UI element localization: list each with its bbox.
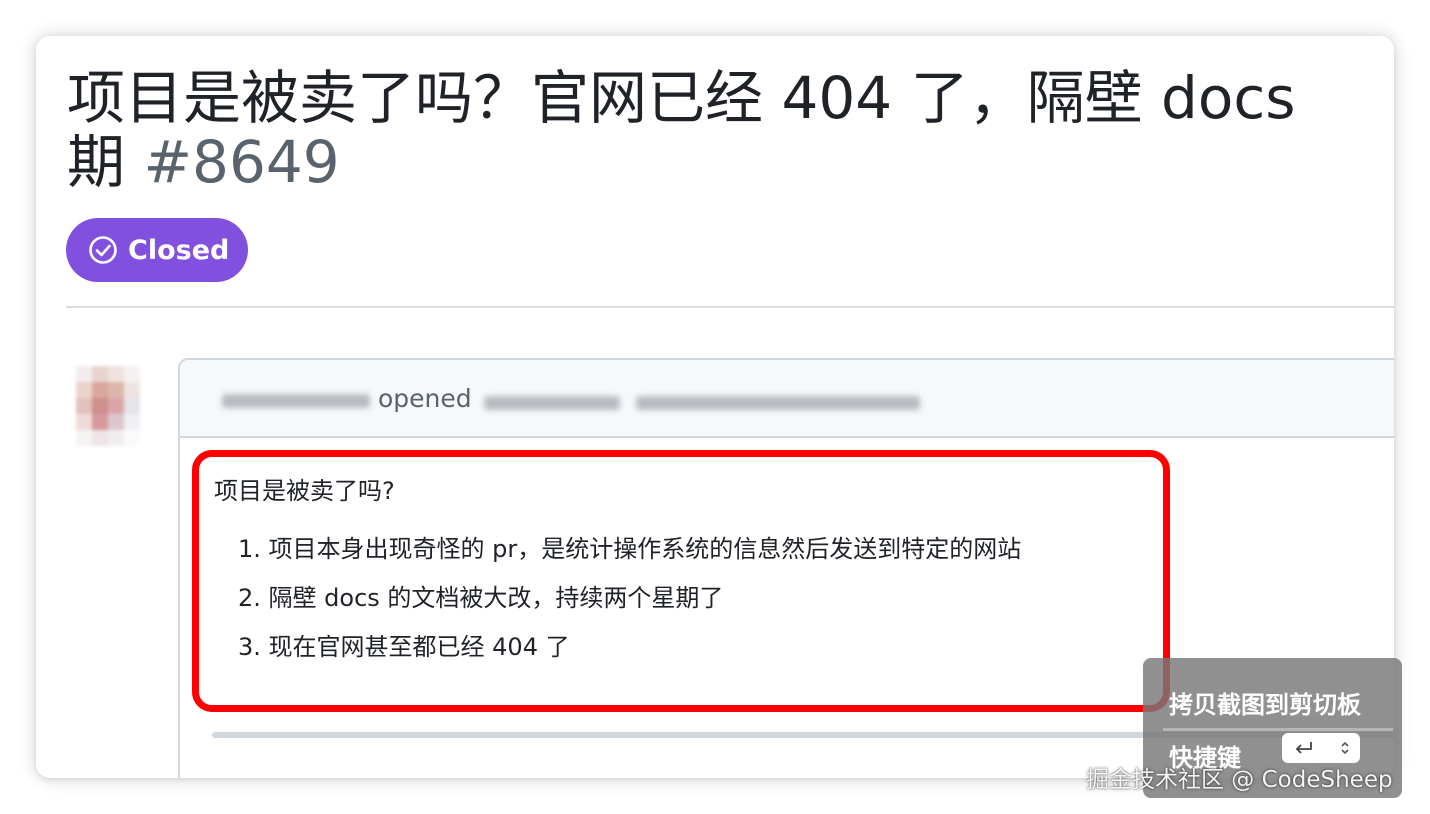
shortcut-select[interactable] xyxy=(1282,733,1360,763)
avatar[interactable] xyxy=(76,366,140,446)
issue-title-line2: 期 #8649 xyxy=(67,130,1394,194)
issue-number: #8649 xyxy=(143,128,340,196)
closed-check-circle-icon xyxy=(89,236,117,264)
issue-title-line2-text: 期 xyxy=(67,128,126,196)
title-divider xyxy=(66,306,1394,308)
status-label: Closed xyxy=(128,234,230,266)
watermark: 掘金技术社区 @ CodeSheep xyxy=(1086,767,1393,793)
return-icon xyxy=(1295,742,1312,754)
edit-info-redacted xyxy=(636,396,920,410)
issue-title-line1: 项目是被卖了吗？官网已经 404 了，隔壁 docs xyxy=(67,64,1296,132)
status-badge: Closed xyxy=(66,218,248,282)
toolbar-divider xyxy=(1163,728,1393,731)
opened-date-redacted xyxy=(484,396,620,410)
copy-to-clipboard-button[interactable]: 拷贝截图到剪切板 xyxy=(1169,685,1361,720)
author-name-redacted xyxy=(222,394,370,408)
issue-title: 项目是被卖了吗？官网已经 404 了，隔壁 docs 期 #8649 xyxy=(67,66,1394,194)
opened-label: opened xyxy=(378,384,472,413)
updown-chevron-icon xyxy=(1341,741,1349,755)
highlight-annotation-box xyxy=(192,450,1170,712)
comment-header: opened xyxy=(180,360,1394,438)
